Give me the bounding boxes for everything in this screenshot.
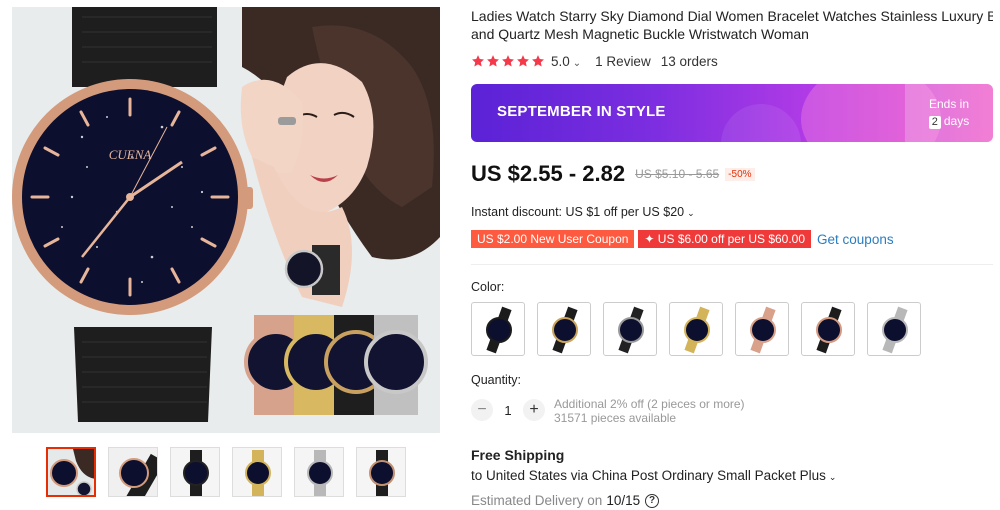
instant-discount[interactable]: Instant discount: US $1 off per US $20 ⌄ [471, 205, 695, 219]
get-coupons-link[interactable]: Get coupons [817, 232, 894, 247]
eta-label: Estimated Delivery on [471, 493, 603, 508]
eta-date: 10/15 [606, 493, 641, 508]
product-title-line1: Ladies Watch Starry Sky Diamond Dial Wom… [471, 8, 993, 24]
product-info: Ladies Watch Starry Sky Diamond Dial Wom… [471, 7, 993, 508]
coupon-row: US $2.00 New User Coupon ✦ US $6.00 off … [471, 229, 894, 249]
product-title: Ladies Watch Starry Sky Diamond Dial Wom… [471, 7, 993, 45]
thumbnail-4[interactable] [232, 447, 282, 497]
thumbnail-1[interactable] [46, 447, 96, 497]
watch-thumbnail [684, 306, 710, 354]
thumbnail-3[interactable] [170, 447, 220, 497]
stock-available: 31571 pieces available [554, 411, 677, 425]
quantity-stepper: − 1 + [471, 399, 545, 421]
main-product-image[interactable]: CUENA [12, 7, 440, 433]
star-icon [517, 55, 529, 67]
days-count: 2 [928, 116, 941, 129]
star-icon [532, 55, 544, 67]
chevron-down-icon: ⌄ [687, 208, 695, 218]
shipping-method[interactable]: to United States via China Post Ordinary… [471, 468, 836, 483]
banner-title: SEPTEMBER IN STYLE [497, 103, 666, 120]
color-swatch-black-rose[interactable] [801, 302, 855, 356]
orders-count: 13 orders [660, 53, 718, 69]
quantity-value[interactable]: 1 [493, 403, 523, 418]
decrease-button[interactable]: − [471, 399, 493, 421]
color-swatch-black-silver[interactable] [603, 302, 657, 356]
store-coupon[interactable]: ✦ US $6.00 off per US $60.00 [638, 230, 812, 248]
price-row: US $2.55 - 2.82 US $5.10 - 5.65 -50% [471, 161, 755, 187]
shipping-title: Free Shipping [471, 447, 565, 463]
rating-row: 5.0 ⌄ 1 Review 13 orders [471, 52, 718, 70]
promo-banner[interactable]: SEPTEMBER IN STYLE Ends in 2 days [471, 84, 993, 142]
color-swatch-gold[interactable] [669, 302, 723, 356]
thumbnail-6[interactable] [356, 447, 406, 497]
chevron-down-icon: ⌄ [828, 472, 837, 482]
divider [471, 264, 993, 265]
new-user-coupon[interactable]: US $2.00 New User Coupon [471, 230, 635, 248]
rating-value[interactable]: 5.0 ⌄ [551, 54, 581, 69]
rating-stars [471, 54, 545, 68]
question-icon[interactable]: ? [645, 493, 660, 508]
discount-badge: -50% [725, 167, 755, 181]
star-icon [502, 55, 514, 67]
thumbnail-2[interactable] [108, 447, 158, 497]
increase-button[interactable]: + [523, 399, 545, 421]
watch-thumbnail [618, 306, 644, 354]
dial-brand-text: CUENA [109, 147, 152, 162]
original-price: US $5.10 - 5.65 [635, 167, 720, 181]
thumbnail-5[interactable] [294, 447, 344, 497]
color-swatch-rose-gold[interactable] [735, 302, 789, 356]
watch-thumbnail [552, 306, 578, 354]
product-title-line2: and Quartz Mesh Magnetic Buckle Wristwat… [471, 26, 809, 42]
instant-discount-text: Instant discount: US $1 off per US $20 [471, 205, 685, 219]
watch-thumbnail [486, 306, 512, 354]
color-swatch-black-mesh[interactable] [471, 302, 525, 356]
shipping-method-text: to United States via China Post Ordinary… [471, 468, 826, 483]
color-swatch-silver[interactable] [867, 302, 921, 356]
banner-countdown: Ends in 2 days [905, 84, 993, 142]
watch-thumbnail [750, 306, 776, 354]
star-icon [487, 55, 499, 67]
watch-thumbnail [882, 306, 908, 354]
bulk-discount-note: Additional 2% off (2 pieces or more) [554, 397, 745, 411]
rating-value-text: 5.0 [551, 53, 570, 69]
thumbnail-strip [46, 447, 426, 501]
watch-thumbnail [816, 306, 842, 354]
banner-decoration [721, 104, 801, 142]
quantity-notes: Additional 2% off (2 pieces or more) 315… [554, 397, 745, 425]
quantity-label: Quantity: [471, 373, 522, 387]
ends-in-label: Ends in [928, 97, 970, 111]
watch-photo: CUENA [12, 7, 440, 433]
chevron-down-icon: ⌄ [572, 57, 582, 69]
color-swatch-black-gold[interactable] [537, 302, 591, 356]
color-swatches [471, 302, 993, 358]
reviews-link[interactable]: 1 Review [595, 54, 651, 69]
days-label: days [943, 114, 970, 128]
color-label: Color: [471, 280, 505, 294]
estimated-delivery: Estimated Delivery on 10/15 ? [471, 493, 660, 508]
current-price: US $2.55 - 2.82 [471, 161, 626, 186]
star-icon [472, 55, 484, 67]
